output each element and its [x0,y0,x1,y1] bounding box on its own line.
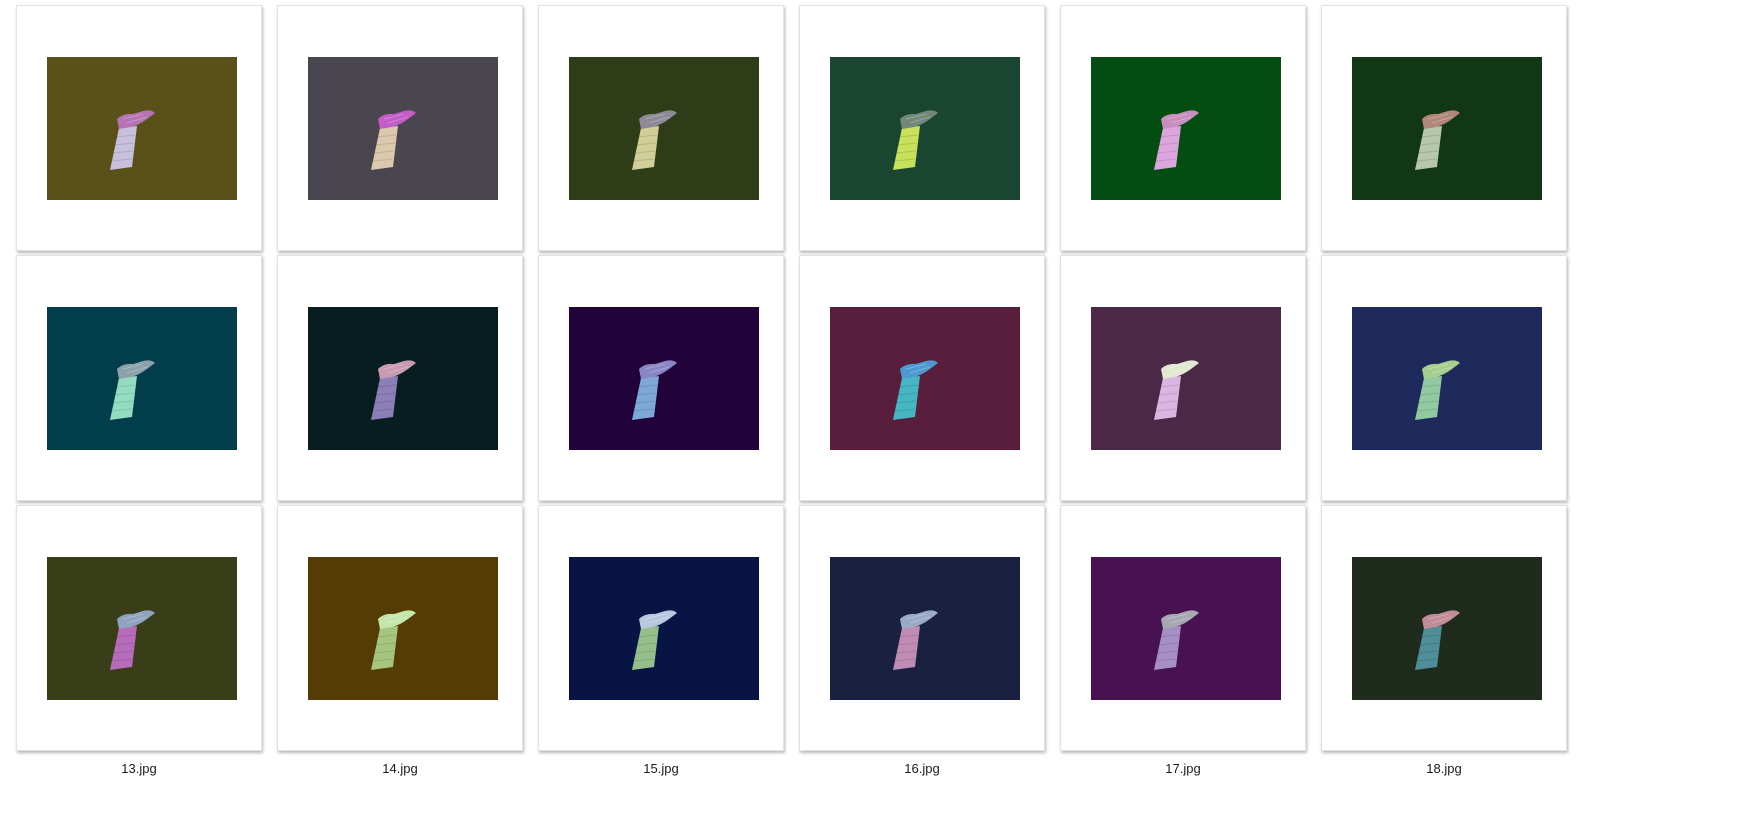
thumbnail-image [830,557,1020,700]
file-item[interactable]: 13.jpg [14,503,264,781]
file-item[interactable]: 14.jpg [275,503,525,781]
image-background [569,557,759,700]
file-item[interactable]: 11.jpg [1058,253,1308,531]
image-background [1091,557,1281,700]
thumbnail-image [308,57,498,200]
file-item[interactable]: 6.jpg [1319,3,1569,281]
file-item[interactable]: 7.jpg [14,253,264,531]
image-background [830,57,1020,200]
thumbnail-image [1352,57,1542,200]
image-background [569,57,759,200]
thumbnail-image [308,557,498,700]
file-thumbnail[interactable] [799,505,1045,751]
thumbnail-image [47,57,237,200]
thumbnail-image [47,557,237,700]
image-background [47,307,237,450]
file-name: 18.jpg [1426,761,1462,776]
image-background [1091,57,1281,200]
file-thumbnail[interactable] [538,505,784,751]
file-thumbnail[interactable] [1321,255,1567,501]
file-thumbnail[interactable] [1060,5,1306,251]
file-item[interactable]: 2.jpg [275,3,525,281]
file-item[interactable]: 10.jpg [797,253,1047,531]
file-thumbnail[interactable] [538,255,784,501]
thumbnail-image [569,57,759,200]
file-item[interactable]: 16.jpg [797,503,1047,781]
thumbnail-image [1091,307,1281,450]
thumbnail-image [1352,557,1542,700]
file-thumbnail[interactable] [1060,255,1306,501]
image-background [1352,557,1542,700]
thumbnail-grid: 1.jpg2.jpg3.jpg4.jpg5.jpg6.jpg 7.jpg8.jpg… [0,0,1749,837]
thumbnail-image [569,307,759,450]
file-name: 17.jpg [1165,761,1201,776]
file-thumbnail[interactable] [1321,505,1567,751]
image-background [1352,57,1542,200]
file-item[interactable]: 5.jpg [1058,3,1308,281]
image-background [47,557,237,700]
image-background [308,57,498,200]
file-thumbnail[interactable] [277,5,523,251]
thumbnail-image [830,307,1020,450]
file-name: 14.jpg [382,761,418,776]
file-thumbnail[interactable] [799,255,1045,501]
file-name: 16.jpg [904,761,940,776]
file-item[interactable]: 17.jpg [1058,503,1308,781]
image-background [830,557,1020,700]
file-thumbnail[interactable] [1060,505,1306,751]
thumbnail-image [569,557,759,700]
file-thumbnail[interactable] [538,5,784,251]
file-item[interactable]: 12.jpg [1319,253,1569,531]
file-name: 13.jpg [121,761,157,776]
file-name: 15.jpg [643,761,679,776]
file-thumbnail[interactable] [277,255,523,501]
file-thumbnail[interactable] [16,255,262,501]
image-background [569,307,759,450]
file-thumbnail[interactable] [799,5,1045,251]
image-background [1352,307,1542,450]
thumbnail-image [1091,557,1281,700]
file-item[interactable]: 3.jpg [536,3,786,281]
image-background [47,57,237,200]
file-item[interactable]: 9.jpg [536,253,786,531]
thumbnail-image [830,57,1020,200]
thumbnail-image [1352,307,1542,450]
file-item[interactable]: 18.jpg [1319,503,1569,781]
image-background [1091,307,1281,450]
file-item[interactable]: 1.jpg [14,3,264,281]
file-thumbnail[interactable] [16,5,262,251]
file-item[interactable]: 4.jpg [797,3,1047,281]
file-item[interactable]: 8.jpg [275,253,525,531]
file-thumbnail[interactable] [277,505,523,751]
thumbnail-image [47,307,237,450]
image-background [308,307,498,450]
image-background [308,557,498,700]
file-item[interactable]: 15.jpg [536,503,786,781]
file-thumbnail[interactable] [16,505,262,751]
file-thumbnail[interactable] [1321,5,1567,251]
thumbnail-image [1091,57,1281,200]
thumbnail-image [308,307,498,450]
image-background [830,307,1020,450]
